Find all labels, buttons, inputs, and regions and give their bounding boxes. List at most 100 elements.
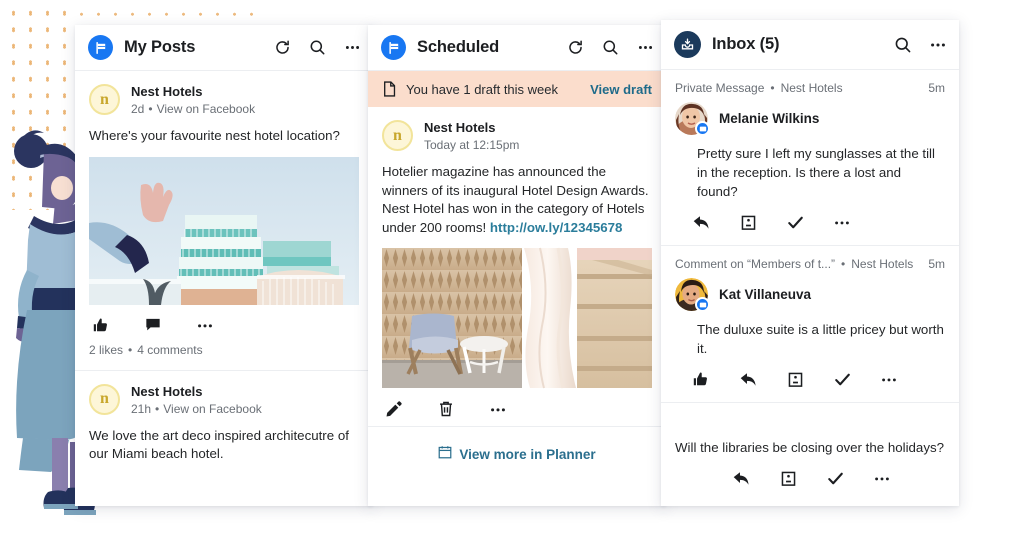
inbox-item-sender: Kat Villaneuva [675, 278, 945, 312]
draft-banner: You have 1 draft this week View draft [368, 71, 666, 107]
separator-dot: • [148, 102, 153, 116]
scheduled-panel: Scheduled You have 1 draft this week Vie… [368, 25, 666, 506]
inbox-item-account: Nest Hotels [851, 257, 914, 271]
inbox-header: Inbox (5) [661, 20, 959, 70]
more-options-icon[interactable] [488, 399, 507, 418]
resolve-check-icon[interactable] [825, 468, 845, 488]
post-header: n Nest Hotels 2d • View on Facebook [89, 83, 359, 118]
more-options-icon[interactable] [195, 316, 214, 335]
draft-banner-text: You have 1 draft this week [406, 81, 559, 97]
post-stats: 2 likes • 4 comments [89, 343, 359, 370]
inbox-message-item: Private Message • Nest Hotels 5m Melanie… [661, 70, 959, 245]
inbox-item-meta: Private Message • Nest Hotels 5m [675, 81, 945, 95]
separator-dot: • [128, 342, 133, 357]
view-more-in-planner-button[interactable]: View more in Planner [368, 426, 666, 482]
delete-trash-icon[interactable] [436, 399, 455, 418]
search-icon[interactable] [894, 36, 912, 54]
more-options-icon[interactable] [872, 468, 892, 488]
view-draft-link[interactable]: View draft [590, 82, 652, 97]
post-item: n Nest Hotels 21h • View on Facebook We lo… [75, 371, 373, 464]
my-posts-panel: My Posts n Nest Hotels 2d • View on Face… [75, 25, 373, 506]
nest-hotels-avatar: n [382, 120, 413, 151]
reply-icon[interactable] [738, 369, 758, 389]
refresh-icon[interactable] [566, 39, 584, 57]
inbox-panel: Inbox (5) Private Message • Nest Hotels … [661, 20, 959, 506]
inbox-item-actions [675, 358, 945, 402]
document-icon [382, 81, 397, 97]
resolve-check-icon[interactable] [785, 212, 805, 232]
post-author: Nest Hotels [424, 120, 496, 135]
reply-icon[interactable] [731, 468, 751, 488]
post-body: We love the art deco inspired architecut… [89, 427, 349, 462]
more-options-icon[interactable] [929, 36, 947, 54]
edit-pencil-icon[interactable] [384, 399, 403, 418]
refresh-icon[interactable] [273, 39, 291, 57]
post-header: n Nest Hotels 21h • View on Facebook [89, 383, 359, 418]
shortened-url-link[interactable]: http://ow.ly/12345678 [490, 220, 623, 235]
like-icon[interactable] [691, 369, 711, 389]
post-time: 2d [131, 102, 145, 116]
inbox-item-type: Comment on “Members of t...” [675, 257, 836, 271]
comments-count: 4 comments [137, 342, 203, 357]
post-subtitle: 21h • View on Facebook [131, 401, 262, 418]
nest-hotels-avatar: n [89, 383, 120, 415]
post-subtitle: 2d • View on Facebook [131, 101, 255, 118]
post-image-hotel [89, 156, 359, 305]
more-options-icon[interactable] [343, 39, 361, 57]
post-meta: Nest Hotels 21h • View on Facebook [131, 383, 262, 418]
more-options-icon[interactable] [879, 369, 899, 389]
separator-dot: • [770, 81, 775, 95]
inbox-header-actions [894, 36, 947, 54]
post-meta: Nest Hotels Today at 12:15pm [424, 119, 519, 154]
my-posts-header-actions [273, 39, 361, 57]
separator-dot: • [155, 401, 160, 416]
like-icon[interactable] [91, 316, 110, 335]
assign-icon[interactable] [778, 468, 798, 488]
my-posts-header: My Posts [75, 25, 373, 71]
calendar-icon [438, 445, 452, 464]
view-on-facebook-link[interactable]: View on Facebook [163, 402, 262, 416]
avatar [675, 278, 710, 312]
comment-icon[interactable] [143, 316, 162, 335]
inbox-item-meta: Comment on “Members of t...” • Nest Hote… [675, 257, 945, 271]
post-item: n Nest Hotels 2d • View on Facebook Where'… [75, 71, 373, 370]
inbox-message-text: Will the libraries be closing over the h… [675, 440, 945, 455]
inbox-item-time: 5m [928, 257, 945, 271]
view-on-facebook-link[interactable]: View on Facebook [157, 102, 256, 116]
post-body: Hotelier magazine has announced the winn… [382, 163, 652, 237]
inbox-message-text: The duluxe suite is a little pricey but … [697, 322, 944, 356]
post-author: Nest Hotels [131, 84, 203, 99]
nest-hotels-avatar: n [89, 84, 120, 115]
search-icon[interactable] [308, 39, 326, 57]
reply-icon[interactable] [691, 212, 711, 232]
assign-icon[interactable] [738, 212, 758, 232]
resolve-check-icon[interactable] [832, 369, 852, 389]
assign-icon[interactable] [785, 369, 805, 389]
page-title: Inbox (5) [712, 35, 780, 53]
facebook-flag-icon [88, 35, 113, 60]
scheduled-header-actions [566, 39, 654, 57]
more-options-icon[interactable] [832, 212, 852, 232]
avatar [675, 102, 710, 136]
inbox-item-sender: Melanie Wilkins [675, 102, 945, 136]
inbox-item-time: 5m [928, 81, 945, 95]
scheduled-post-actions [382, 388, 652, 426]
inbox-comment-item: Will the libraries be closing over the h… [661, 403, 959, 501]
inbox-sender-name: Kat Villaneuva [719, 287, 812, 302]
inbox-sender-name: Melanie Wilkins [719, 111, 820, 126]
separator-dot: • [841, 257, 846, 271]
likes-count: 2 likes [89, 342, 124, 357]
post-meta: Nest Hotels 2d • View on Facebook [131, 83, 255, 118]
search-icon[interactable] [601, 39, 619, 57]
more-options-icon[interactable] [636, 39, 654, 57]
post-actions [89, 305, 359, 343]
inbox-item-account: Nest Hotels [780, 81, 843, 95]
inbox-tray-icon [674, 31, 701, 58]
post-image-interior [382, 247, 652, 389]
post-time: 21h [131, 401, 152, 416]
screenshot-stage: My Posts n Nest Hotels 2d • View on Face… [0, 0, 1024, 533]
post-time: Today at 12:15pm [424, 138, 520, 152]
post-author: Nest Hotels [131, 383, 203, 399]
inbox-item-actions [675, 457, 945, 501]
inbox-message-text: Pretty sure I left my sunglasses at the … [697, 146, 935, 199]
